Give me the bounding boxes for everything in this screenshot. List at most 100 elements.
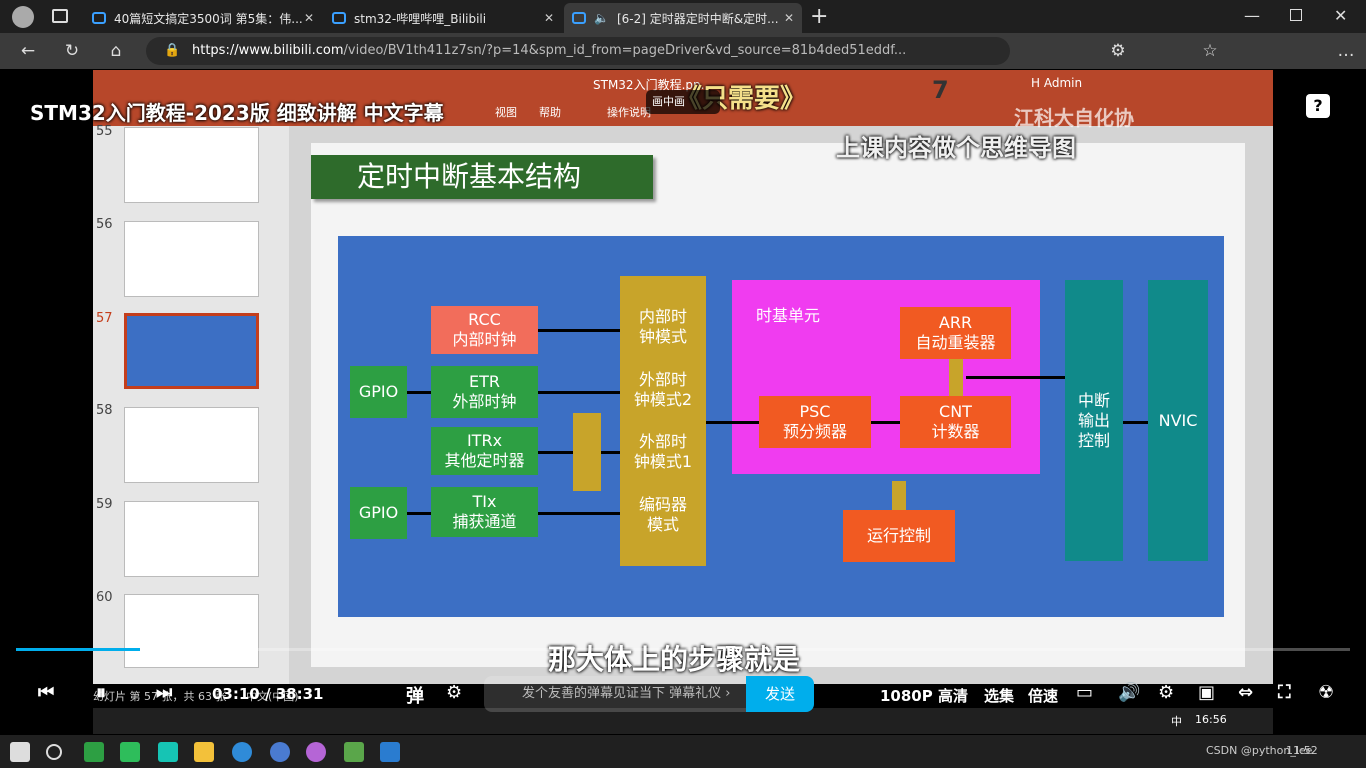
timer-interrupt-diagram: GPIO GPIO RCC 内部时钟 ETR 外部时钟 ITRx 其他定时器 TIx 捕… [338, 236, 1224, 617]
vscode-icon[interactable] [380, 742, 400, 762]
previous-icon[interactable]: ⏮ [38, 682, 54, 703]
arrow [966, 376, 1065, 379]
run-control-link [892, 481, 906, 510]
progress-fill [16, 648, 141, 651]
danmaku-etiquette[interactable]: 弹幕礼仪 › [669, 686, 730, 701]
tab-actions-icon[interactable] [52, 9, 68, 23]
pycharm-icon[interactable] [158, 742, 178, 762]
rcc-label-2: 内部时钟 [452, 330, 517, 349]
tix-block: TIx 捕获通道 [431, 487, 538, 537]
app-icon[interactable] [344, 742, 364, 762]
lock-icon: 🔒 [164, 43, 181, 58]
slide-num: 55 [96, 124, 113, 139]
app-icon[interactable] [306, 742, 326, 762]
gpio-block-2: GPIO [350, 487, 407, 539]
app-icon[interactable] [270, 742, 290, 762]
overlay-number: 7 [932, 76, 949, 104]
close-icon[interactable]: ✕ [304, 11, 314, 25]
close-window-button[interactable]: ✕ [1334, 6, 1347, 25]
volume-icon[interactable]: 🔊 [1118, 682, 1140, 703]
arrow [1123, 421, 1148, 424]
subtitle-icon[interactable]: ▭ [1076, 682, 1093, 703]
back-arrow-icon[interactable]: ← [16, 39, 40, 63]
run-control-block: 运行控制 [843, 510, 955, 562]
episodes-button[interactable]: 选集 [984, 685, 1014, 706]
send-button[interactable]: 发送 [746, 676, 814, 712]
tab-stm32[interactable]: stm32-哔哩哔哩_Bilibili ✕ [324, 3, 562, 33]
ribbon-view: 视图 [495, 106, 517, 119]
ppt-user: H Admin [1031, 76, 1083, 90]
settings-icon[interactable]: ⚙ [1158, 682, 1174, 703]
slide-num: 59 [96, 497, 113, 512]
home-icon[interactable]: ⌂ [104, 39, 128, 63]
folder-icon[interactable] [194, 742, 214, 762]
watermark: 江科大自化协 [1014, 106, 1134, 130]
mode-ext2: 外部时 钟模式2 [633, 369, 693, 409]
pip-button[interactable]: 画中画 [646, 90, 720, 114]
pip-icon[interactable]: ▣ [1198, 682, 1215, 703]
address-bar[interactable]: 🔒 https://www.bilibili.com/video/BV1th41… [146, 37, 1010, 65]
favorites-icon[interactable]: ☆ [1198, 39, 1222, 63]
clock-mode-mux: 内部时 钟模式 外部时 钟模式2 外部时 钟模式1 编码器 模式 [620, 276, 706, 566]
help-icon: ? [1313, 96, 1323, 115]
mode-encoder: 编码器 模式 [638, 494, 687, 534]
fullscreen-icon[interactable]: ☢ [1318, 682, 1334, 703]
edge-icon[interactable] [232, 742, 252, 762]
time-display: 03:10 / 38:31 [212, 685, 323, 703]
refresh-icon[interactable]: ↻ [60, 39, 84, 63]
irq-label: 中断 输出 控制 [1077, 390, 1110, 450]
search-icon[interactable] [46, 744, 62, 760]
widescreen-icon[interactable]: ⇔ [1238, 682, 1253, 703]
tab-active-video[interactable]: 🔈 [6-2] 定时器定时中断&定时... ✕ [564, 3, 802, 33]
ribbon-tellme: 操作说明 [607, 106, 651, 119]
speaker-icon[interactable]: 🔈 [594, 11, 609, 25]
windows-start-icon[interactable] [10, 742, 30, 762]
quality-button[interactable]: 1080P 高清 [880, 685, 968, 706]
progress-track[interactable] [16, 648, 1350, 651]
bilibili-icon [332, 12, 346, 24]
help-button[interactable]: ? [1306, 94, 1330, 118]
slide-thumb-current [124, 313, 259, 389]
slide-num: 57 [96, 311, 113, 326]
cnt-label-2: 计数器 [931, 422, 980, 441]
new-tab-button[interactable]: + [810, 4, 828, 29]
close-icon[interactable]: ✕ [784, 11, 794, 25]
overlay-caption: 上课内容做个思维导图 [836, 134, 1076, 162]
pause-icon[interactable]: ⏸ [96, 680, 106, 704]
more-menu-icon[interactable]: … [1334, 39, 1358, 63]
tix-label-2: 捕获通道 [452, 512, 517, 531]
itrx-block: ITRx 其他定时器 [431, 427, 538, 475]
nvic-block: NVIC [1148, 280, 1208, 561]
slide-num: 56 [96, 217, 113, 232]
next-icon[interactable]: ⏭ [156, 682, 172, 703]
arr-label-2: 自动重装器 [915, 333, 996, 352]
maximize-button[interactable] [1290, 9, 1302, 21]
slide-thumb [124, 407, 259, 483]
web-fullscreen-icon[interactable]: ⛶ [1278, 682, 1291, 703]
time-total: 38:31 [275, 685, 324, 703]
tab-english[interactable]: 40篇短文搞定3500词 第5集：伟... ✕ [84, 3, 322, 33]
slide-title: 定时中断基本结构 [311, 155, 653, 199]
time-sep: / [264, 685, 271, 703]
danmaku-input[interactable]: 发个友善的弹幕见证当下 弹幕礼仪 › [484, 676, 746, 712]
gpio-block-1: GPIO [350, 366, 407, 418]
itrx-label-1: ITRx [466, 431, 503, 450]
danmaku-settings-icon[interactable]: ⚙ [446, 682, 462, 703]
profile-avatar[interactable] [12, 6, 34, 28]
arr-label-1: ARR [938, 313, 973, 332]
minimize-button[interactable]: — [1244, 6, 1260, 25]
pip-label: 画中画 [652, 95, 685, 108]
danmaku-toggle-icon[interactable]: 弹 [406, 682, 424, 708]
arrow [538, 512, 620, 515]
wps-icon[interactable] [84, 742, 104, 762]
tix-label-1: TIx [472, 492, 497, 511]
slide-thumb [124, 221, 259, 297]
close-icon[interactable]: ✕ [544, 11, 554, 25]
danmaku-placeholder: 发个友善的弹幕见证当下 [522, 686, 666, 701]
etr-block: ETR 外部时钟 [431, 366, 538, 418]
qq-icon[interactable] [120, 742, 140, 762]
arrow [601, 451, 620, 454]
speed-button[interactable]: 倍速 [1028, 685, 1058, 706]
windows-taskbar: CSDN @python_lee 11:52 [0, 735, 1366, 768]
extensions-icon[interactable]: ⚙ [1106, 39, 1130, 63]
